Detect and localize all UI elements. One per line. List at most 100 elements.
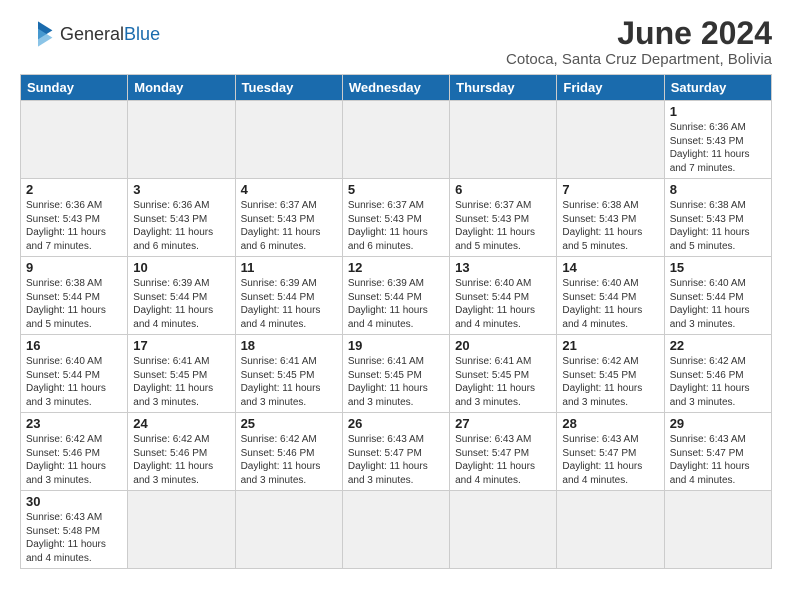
day-info: Sunrise: 6:41 AM Sunset: 5:45 PM Dayligh… — [241, 355, 337, 409]
table-row — [342, 101, 449, 179]
day-info: Sunrise: 6:42 AM Sunset: 5:46 PM Dayligh… — [241, 433, 337, 487]
day-info: Sunrise: 6:40 AM Sunset: 5:44 PM Dayligh… — [562, 277, 658, 331]
day-info: Sunrise: 6:41 AM Sunset: 5:45 PM Dayligh… — [348, 355, 444, 409]
table-row: 16Sunrise: 6:40 AM Sunset: 5:44 PM Dayli… — [21, 335, 128, 413]
day-number: 15 — [670, 260, 766, 275]
title-block: June 2024 Cotoca, Santa Cruz Department,… — [506, 16, 772, 68]
table-row — [235, 101, 342, 179]
day-info: Sunrise: 6:39 AM Sunset: 5:44 PM Dayligh… — [348, 277, 444, 331]
table-row — [128, 491, 235, 569]
day-number: 4 — [241, 182, 337, 197]
header-saturday: Saturday — [664, 75, 771, 101]
day-number: 26 — [348, 416, 444, 431]
day-number: 13 — [455, 260, 551, 275]
day-info: Sunrise: 6:42 AM Sunset: 5:45 PM Dayligh… — [562, 355, 658, 409]
day-info: Sunrise: 6:37 AM Sunset: 5:43 PM Dayligh… — [348, 199, 444, 253]
table-row: 11 Sunrise: 6:39 AM Sunset: 5:44 PM Dayli… — [235, 257, 342, 335]
table-row: 3 Sunrise: 6:36 AM Sunset: 5:43 PM Daylig… — [128, 179, 235, 257]
day-info: Sunrise: 6:36 AM Sunset: 5:43 PM Dayligh… — [133, 199, 229, 253]
day-info: Sunrise: 6:36 AM Sunset: 5:43 PM Dayligh… — [670, 121, 766, 175]
day-info: Sunrise: 6:41 AM Sunset: 5:45 PM Dayligh… — [455, 355, 551, 409]
day-number: 22 — [670, 338, 766, 353]
day-info: Sunrise: 6:38 AM Sunset: 5:43 PM Dayligh… — [562, 199, 658, 253]
day-number: 3 — [133, 182, 229, 197]
table-row: 7 Sunrise: 6:38 AM Sunset: 5:43 PM Daylig… — [557, 179, 664, 257]
day-number: 19 — [348, 338, 444, 353]
day-info: Sunrise: 6:43 AM Sunset: 5:48 PM Dayligh… — [26, 511, 122, 565]
weekday-header-row: Sunday Monday Tuesday Wednesday Thursday… — [21, 75, 772, 101]
table-row: 8 Sunrise: 6:38 AM Sunset: 5:43 PM Daylig… — [664, 179, 771, 257]
day-number: 12 — [348, 260, 444, 275]
table-row — [235, 491, 342, 569]
table-row: 2Sunrise: 6:36 AM Sunset: 5:43 PM Daylig… — [21, 179, 128, 257]
day-info: Sunrise: 6:40 AM Sunset: 5:44 PM Dayligh… — [670, 277, 766, 331]
header-sunday: Sunday — [21, 75, 128, 101]
day-number: 6 — [455, 182, 551, 197]
header-tuesday: Tuesday — [235, 75, 342, 101]
day-number: 24 — [133, 416, 229, 431]
table-row: 28 Sunrise: 6:43 AM Sunset: 5:47 PM Dayli… — [557, 413, 664, 491]
table-row: 9 Sunrise: 6:38 AM Sunset: 5:44 PM Daylig… — [21, 257, 128, 335]
table-row: 22Sunrise: 6:42 AM Sunset: 5:46 PM Dayli… — [664, 335, 771, 413]
table-row: 12 Sunrise: 6:39 AM Sunset: 5:44 PM Dayli… — [342, 257, 449, 335]
table-row: 5 Sunrise: 6:37 AM Sunset: 5:43 PM Daylig… — [342, 179, 449, 257]
day-info: Sunrise: 6:38 AM Sunset: 5:43 PM Dayligh… — [670, 199, 766, 253]
table-row: 13 Sunrise: 6:40 AM Sunset: 5:44 PM Dayli… — [450, 257, 557, 335]
table-row — [450, 491, 557, 569]
table-row — [557, 101, 664, 179]
day-number: 1 — [670, 104, 766, 119]
day-number: 11 — [241, 260, 337, 275]
table-row — [21, 101, 128, 179]
day-info: Sunrise: 6:39 AM Sunset: 5:44 PM Dayligh… — [133, 277, 229, 331]
day-number: 9 — [26, 260, 122, 275]
table-row — [450, 101, 557, 179]
day-number: 21 — [562, 338, 658, 353]
table-row: 24 Sunrise: 6:42 AM Sunset: 5:46 PM Dayli… — [128, 413, 235, 491]
month-title: June 2024 — [506, 16, 772, 51]
day-info: Sunrise: 6:42 AM Sunset: 5:46 PM Dayligh… — [133, 433, 229, 487]
day-number: 7 — [562, 182, 658, 197]
table-row: 18Sunrise: 6:41 AM Sunset: 5:45 PM Dayli… — [235, 335, 342, 413]
day-info: Sunrise: 6:37 AM Sunset: 5:43 PM Dayligh… — [241, 199, 337, 253]
logo: GeneralBlue — [20, 16, 160, 52]
day-number: 14 — [562, 260, 658, 275]
day-info: Sunrise: 6:40 AM Sunset: 5:44 PM Dayligh… — [26, 355, 122, 409]
header-monday: Monday — [128, 75, 235, 101]
day-info: Sunrise: 6:43 AM Sunset: 5:47 PM Dayligh… — [455, 433, 551, 487]
table-row: 17 Sunrise: 6:41 AM Sunset: 5:45 PM Dayli… — [128, 335, 235, 413]
day-info: Sunrise: 6:38 AM Sunset: 5:44 PM Dayligh… — [26, 277, 122, 331]
table-row: 10Sunrise: 6:39 AM Sunset: 5:44 PM Dayli… — [128, 257, 235, 335]
table-row: 15 Sunrise: 6:40 AM Sunset: 5:44 PM Dayli… — [664, 257, 771, 335]
day-number: 28 — [562, 416, 658, 431]
table-row: 4 Sunrise: 6:37 AM Sunset: 5:43 PM Daylig… — [235, 179, 342, 257]
table-row: 21 Sunrise: 6:42 AM Sunset: 5:45 PM Dayli… — [557, 335, 664, 413]
day-info: Sunrise: 6:43 AM Sunset: 5:47 PM Dayligh… — [670, 433, 766, 487]
day-number: 5 — [348, 182, 444, 197]
table-row: 29 Sunrise: 6:43 AM Sunset: 5:47 PM Dayli… — [664, 413, 771, 491]
table-row — [664, 491, 771, 569]
table-row: 30Sunrise: 6:43 AM Sunset: 5:48 PM Dayli… — [21, 491, 128, 569]
table-row — [128, 101, 235, 179]
day-number: 23 — [26, 416, 122, 431]
header-wednesday: Wednesday — [342, 75, 449, 101]
day-info: Sunrise: 6:39 AM Sunset: 5:44 PM Dayligh… — [241, 277, 337, 331]
day-info: Sunrise: 6:37 AM Sunset: 5:43 PM Dayligh… — [455, 199, 551, 253]
header: GeneralBlue June 2024 Cotoca, Santa Cruz… — [20, 16, 772, 68]
table-row — [342, 491, 449, 569]
general-blue-logo-icon — [20, 16, 56, 52]
table-row: 25Sunrise: 6:42 AM Sunset: 5:46 PM Dayli… — [235, 413, 342, 491]
header-thursday: Thursday — [450, 75, 557, 101]
page: GeneralBlue June 2024 Cotoca, Santa Cruz… — [0, 0, 792, 579]
table-row: 27Sunrise: 6:43 AM Sunset: 5:47 PM Dayli… — [450, 413, 557, 491]
day-info: Sunrise: 6:43 AM Sunset: 5:47 PM Dayligh… — [562, 433, 658, 487]
table-row: 6 Sunrise: 6:37 AM Sunset: 5:43 PM Daylig… — [450, 179, 557, 257]
day-number: 8 — [670, 182, 766, 197]
day-number: 29 — [670, 416, 766, 431]
day-number: 17 — [133, 338, 229, 353]
location-title: Cotoca, Santa Cruz Department, Bolivia — [506, 51, 772, 68]
table-row: 14 Sunrise: 6:40 AM Sunset: 5:44 PM Dayli… — [557, 257, 664, 335]
day-number: 2 — [26, 182, 122, 197]
day-info: Sunrise: 6:40 AM Sunset: 5:44 PM Dayligh… — [455, 277, 551, 331]
day-info: Sunrise: 6:41 AM Sunset: 5:45 PM Dayligh… — [133, 355, 229, 409]
calendar-table: Sunday Monday Tuesday Wednesday Thursday… — [20, 74, 772, 569]
